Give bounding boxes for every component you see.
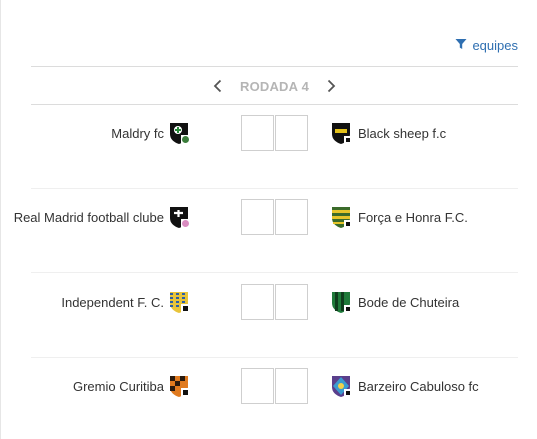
home-team-name: Real Madrid football clube: [13, 209, 164, 225]
row-divider: [31, 272, 518, 273]
match-row: Real Madrid football clube Força e Honra…: [0, 199, 537, 235]
previous-round-button[interactable]: [210, 78, 226, 94]
round-navigator: RODADA 4: [31, 74, 518, 98]
away-score-input[interactable]: [275, 284, 308, 320]
away-team: Bode de Chuteira: [329, 284, 459, 320]
match-row: Independent F. C. Bode de Chuteira: [0, 284, 537, 320]
home-team-name: Maldry fc: [111, 125, 164, 141]
home-score-input[interactable]: [241, 368, 274, 404]
away-score-input[interactable]: [275, 115, 308, 151]
row-divider: [31, 188, 518, 189]
home-score-input[interactable]: [241, 115, 274, 151]
away-team-name: Black sheep f.c: [358, 125, 447, 141]
match-row: Gremio Curitiba Barzeiro Cabuloso fc: [0, 368, 537, 404]
shield-crest-icon: [167, 374, 191, 398]
away-score-input[interactable]: [275, 199, 308, 235]
filter-icon: [455, 38, 467, 53]
chevron-right-icon: [327, 79, 336, 93]
away-team-name: Força e Honra F.C.: [358, 209, 468, 225]
teams-filter-label: equipes: [472, 38, 518, 53]
teams-filter-link[interactable]: equipes: [455, 38, 518, 53]
shield-crest-icon: [167, 121, 191, 145]
home-score-input[interactable]: [241, 284, 274, 320]
divider: [31, 104, 518, 105]
home-score-input[interactable]: [241, 199, 274, 235]
shield-crest-icon: [329, 374, 353, 398]
home-team-name: Gremio Curitiba: [72, 378, 164, 394]
home-team-name: Independent F. C.: [61, 294, 164, 310]
home-team: Gremio Curitiba: [73, 368, 191, 404]
home-team: Maldry fc: [111, 115, 191, 151]
shield-crest-icon: [329, 205, 353, 229]
divider: [31, 66, 518, 67]
next-round-button[interactable]: [323, 78, 339, 94]
away-team: Barzeiro Cabuloso fc: [329, 368, 479, 404]
away-team: Black sheep f.c: [329, 115, 446, 151]
shield-crest-icon: [167, 205, 191, 229]
match-row: Maldry fc Black sheep f.c: [0, 115, 537, 151]
row-divider: [31, 357, 518, 358]
away-team: Força e Honra F.C.: [329, 199, 468, 235]
away-team-name: Barzeiro Cabuloso fc: [358, 378, 479, 394]
home-team: Real Madrid football clube: [14, 199, 191, 235]
home-team: Independent F. C.: [61, 284, 191, 320]
shield-crest-icon: [167, 290, 191, 314]
shield-crest-icon: [329, 121, 353, 145]
chevron-left-icon: [213, 79, 222, 93]
away-score-input[interactable]: [275, 368, 308, 404]
shield-crest-icon: [329, 290, 353, 314]
round-label: RODADA 4: [239, 78, 309, 94]
away-team-name: Bode de Chuteira: [358, 294, 460, 310]
